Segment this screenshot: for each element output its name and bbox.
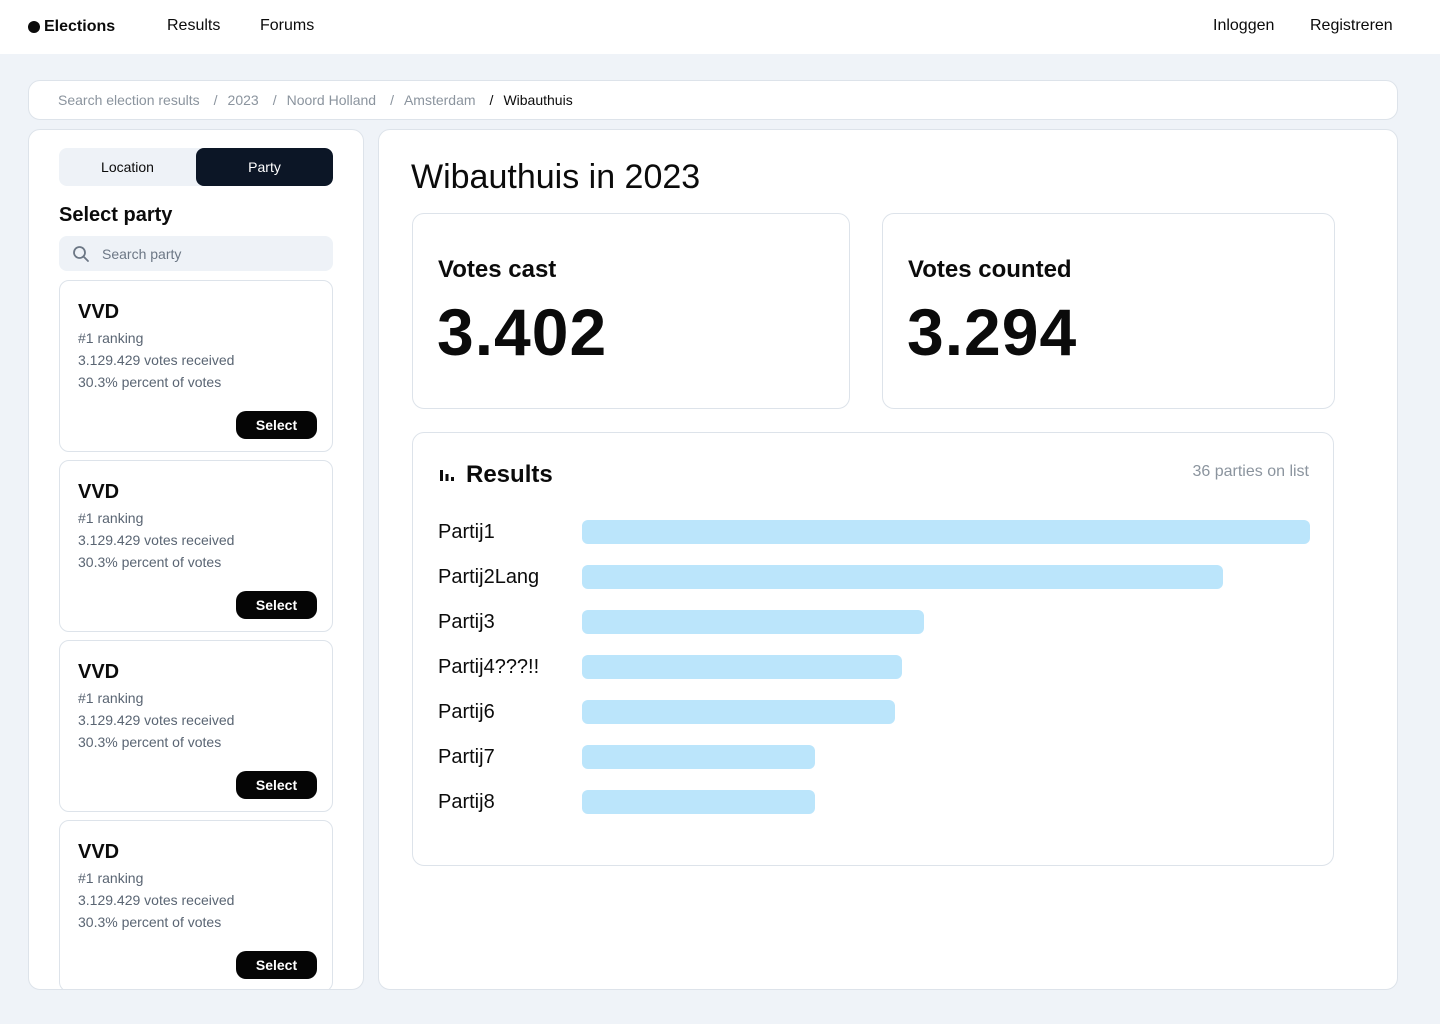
bar-label: Partij8 (438, 790, 495, 813)
party-ranking: #1 ranking (78, 870, 144, 886)
result-bar (582, 565, 1223, 589)
tab-party[interactable]: Party (196, 148, 333, 186)
search-icon (72, 245, 90, 263)
nav-link-results[interactable]: Results (167, 17, 220, 35)
party-name: VVD (78, 481, 120, 503)
breadcrumb-current: Wibauthuis (503, 92, 573, 108)
breadcrumb: Search election results / 2023 / Noord H… (28, 80, 1398, 120)
search-party-input[interactable] (102, 245, 302, 262)
select-party-button[interactable]: Select (236, 411, 317, 439)
votes-cast-card: Votes cast 3.402 (412, 213, 850, 409)
breadcrumb-separator: / (213, 92, 218, 108)
result-bar (582, 610, 924, 634)
party-name: VVD (78, 301, 120, 323)
bar-track (582, 700, 1310, 724)
login-link[interactable]: Inloggen (1213, 17, 1274, 35)
select-party-heading: Select party (59, 204, 173, 226)
result-row: Partij4???!! (438, 654, 1310, 680)
stat-label: Votes cast (438, 256, 557, 283)
bar-track (582, 745, 1310, 769)
bar-track (582, 565, 1310, 589)
brand-name: Elections (44, 18, 116, 35)
party-percent: 30.3% percent of votes (78, 374, 222, 390)
party-card: VVD #1 ranking 3.129.429 votes received … (59, 640, 333, 812)
result-row: Partij1 (438, 519, 1310, 545)
result-bar (582, 745, 815, 769)
tab-location[interactable]: Location (59, 148, 196, 186)
bar-track (582, 520, 1310, 544)
bar-label: Partij6 (438, 700, 495, 723)
party-card: VVD #1 ranking 3.129.429 votes received … (59, 820, 333, 989)
result-bar (582, 700, 895, 724)
stat-value: 3.402 (437, 295, 608, 369)
party-votes: 3.129.429 votes received (78, 712, 235, 728)
bar-label: Partij2Lang (438, 565, 540, 588)
results-header: Results (438, 461, 553, 489)
select-party-button[interactable]: Select (236, 771, 317, 799)
party-percent: 30.3% percent of votes (78, 914, 222, 930)
select-party-button[interactable]: Select (236, 951, 317, 979)
bar-label: Partij7 (438, 745, 495, 768)
party-search (59, 236, 333, 271)
party-votes: 3.129.429 votes received (78, 892, 235, 908)
sidebar: Location Party Select party VVD #1 ranki… (28, 129, 364, 990)
stat-label: Votes counted (908, 256, 1072, 283)
breadcrumb-separator: / (390, 92, 394, 108)
bar-label: Partij4???!! (438, 655, 540, 678)
breadcrumb-separator: / (272, 92, 277, 108)
breadcrumb-item-city[interactable]: Amsterdam (404, 92, 476, 108)
view-toggle: Location Party (59, 148, 333, 186)
party-ranking: #1 ranking (78, 690, 144, 706)
bar-track (582, 610, 1310, 634)
result-bar (582, 655, 902, 679)
breadcrumb-item-search[interactable]: Search election results (58, 92, 200, 108)
party-name: VVD (78, 841, 120, 863)
bar-track (582, 655, 1310, 679)
party-percent: 30.3% percent of votes (78, 554, 222, 570)
brand-logo[interactable]: Elections (28, 17, 115, 37)
party-ranking: #1 ranking (78, 330, 144, 346)
result-row: Partij8 (438, 789, 1310, 815)
brand-dot-icon (28, 21, 40, 33)
select-party-button[interactable]: Select (236, 591, 317, 619)
breadcrumb-item-province[interactable]: Noord Holland (287, 92, 377, 108)
result-row: Partij2Lang (438, 564, 1310, 590)
main-panel: Wibauthuis in 2023 Votes cast 3.402 Vote… (378, 129, 1398, 990)
results-title: Results (466, 461, 553, 488)
party-card: VVD #1 ranking 3.129.429 votes received … (59, 280, 333, 452)
result-row: Partij6 (438, 699, 1310, 725)
top-nav: Elections Results Forums Inloggen Regist… (0, 0, 1440, 54)
result-bar (582, 520, 1310, 544)
party-card: VVD #1 ranking 3.129.429 votes received … (59, 460, 333, 632)
bar-track (582, 790, 1310, 814)
results-card: Results 36 parties on list Partij1 Partij… (412, 432, 1334, 866)
page-title: Wibauthuis in 2023 (411, 158, 701, 196)
party-name: VVD (78, 661, 120, 683)
parties-count: 36 parties on list (1192, 463, 1309, 480)
party-percent: 30.3% percent of votes (78, 734, 222, 750)
bar-chart-icon (438, 466, 456, 484)
result-row: Partij3 (438, 609, 1310, 635)
party-votes: 3.129.429 votes received (78, 532, 235, 548)
party-ranking: #1 ranking (78, 510, 144, 526)
party-list: VVD #1 ranking 3.129.429 votes received … (59, 280, 333, 989)
result-bar (582, 790, 815, 814)
party-votes: 3.129.429 votes received (78, 352, 235, 368)
votes-counted-card: Votes counted 3.294 (882, 213, 1335, 409)
breadcrumb-separator: / (489, 92, 494, 108)
register-link[interactable]: Registreren (1310, 17, 1393, 35)
result-row: Partij7 (438, 744, 1310, 770)
bar-label: Partij3 (438, 610, 495, 633)
stat-value: 3.294 (907, 295, 1078, 369)
nav-link-forums[interactable]: Forums (260, 17, 314, 35)
breadcrumb-item-year[interactable]: 2023 (228, 92, 259, 108)
bar-label: Partij1 (438, 520, 495, 543)
